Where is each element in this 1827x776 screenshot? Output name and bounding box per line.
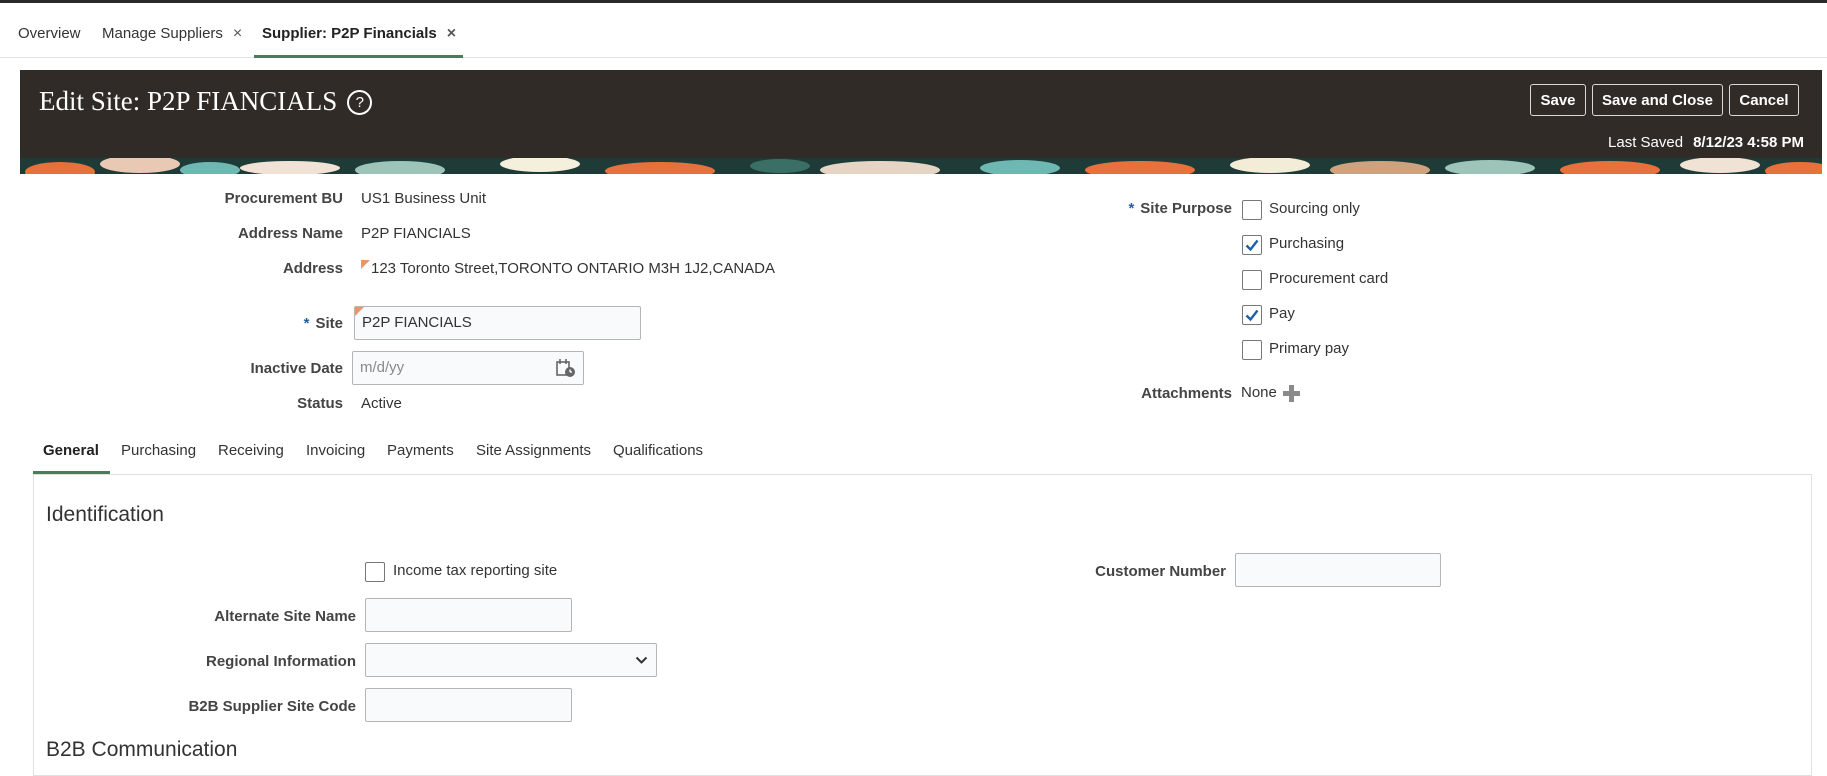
tab-overview[interactable]: Overview	[18, 25, 81, 42]
procurement-bu-value: US1 Business Unit	[361, 190, 487, 207]
regional-information-select[interactable]	[365, 643, 657, 677]
changed-indicator-icon	[361, 260, 370, 269]
page-title-text: Edit Site: P2P FIANCIALS	[39, 86, 338, 116]
pay-checkbox[interactable]	[1242, 305, 1262, 325]
tab-bar: Overview Manage Suppliers × Supplier: P2P…	[0, 3, 1827, 58]
address-value: 123 Toronto Street,TORONTO ONTARIO M3H 1…	[361, 260, 775, 277]
page-header: Edit Site: P2P FIANCIALS? Save Save and …	[20, 70, 1822, 174]
subtab-payments[interactable]: Payments	[387, 442, 454, 459]
address-name-label: Address Name	[237, 225, 343, 242]
pay-label: Pay	[1269, 305, 1295, 322]
procurement-card-checkbox[interactable]	[1242, 270, 1262, 290]
general-panel	[33, 474, 1812, 776]
address-name-value: P2P FIANCIALS	[361, 225, 471, 242]
primary-pay-checkbox[interactable]	[1242, 340, 1262, 360]
tab-label: Overview	[18, 25, 81, 42]
b2b-communication-heading: B2B Communication	[46, 738, 238, 761]
add-attachment-icon[interactable]	[1282, 384, 1301, 403]
close-icon[interactable]: ×	[447, 25, 456, 42]
alternate-site-name-label: Alternate Site Name	[214, 608, 356, 625]
primary-pay-label: Primary pay	[1269, 340, 1350, 357]
site-purpose-label: * Site Purpose	[1128, 200, 1232, 217]
required-icon: *	[1128, 200, 1135, 217]
site-label: * Site	[304, 315, 343, 332]
site-purpose-label-text: Site Purpose	[1140, 200, 1232, 217]
status-value: Active	[361, 395, 402, 412]
sourcing-only-label: Sourcing only	[1269, 200, 1360, 217]
page-title: Edit Site: P2P FIANCIALS?	[39, 86, 373, 117]
last-saved: Last Saved 8/12/23 4:58 PM	[1608, 134, 1804, 151]
cancel-button[interactable]: Cancel	[1729, 84, 1799, 116]
last-saved-value: 8/12/23 4:58 PM	[1693, 134, 1804, 151]
attachments-value: None	[1241, 384, 1277, 401]
subtab-invoicing[interactable]: Invoicing	[306, 442, 365, 459]
income-tax-reporting-checkbox[interactable]	[365, 562, 385, 582]
inactive-date-placeholder: m/d/yy	[360, 359, 405, 376]
regional-information-label: Regional Information	[206, 653, 356, 670]
address-label: Address	[282, 260, 343, 277]
customer-number-label: Customer Number	[1095, 563, 1226, 580]
customer-number-input[interactable]	[1235, 553, 1441, 587]
checkmark-icon	[1245, 239, 1259, 252]
chevron-down-icon	[635, 656, 648, 664]
subtab-qualifications[interactable]: Qualifications	[613, 442, 703, 459]
inactive-date-input[interactable]: m/d/yy	[352, 351, 584, 385]
sourcing-only-checkbox[interactable]	[1242, 200, 1262, 220]
tab-manage-suppliers[interactable]: Manage Suppliers ×	[102, 25, 242, 43]
purchasing-label: Purchasing	[1269, 235, 1345, 252]
site-label-text: Site	[315, 315, 343, 332]
tab-label: Manage Suppliers	[102, 25, 223, 42]
alternate-site-name-input[interactable]	[365, 598, 572, 632]
procurement-card-label: Procurement card	[1269, 270, 1389, 287]
calendar-icon[interactable]	[555, 358, 577, 378]
identification-heading: Identification	[46, 503, 164, 526]
tab-supplier-p2p-financials[interactable]: Supplier: P2P Financials ×	[262, 25, 456, 43]
income-tax-reporting-label: Income tax reporting site	[393, 562, 558, 579]
save-and-close-button[interactable]: Save and Close	[1592, 84, 1723, 116]
b2b-supplier-site-code-input[interactable]	[365, 688, 572, 722]
site-input-value: P2P FIANCIALS	[362, 314, 472, 331]
active-tab-indicator	[254, 55, 463, 58]
checkmark-icon	[1245, 309, 1259, 322]
changed-indicator-icon	[355, 307, 364, 316]
help-icon[interactable]: ?	[347, 90, 373, 115]
close-icon[interactable]: ×	[233, 25, 242, 42]
inactive-date-label: Inactive Date	[250, 360, 343, 377]
save-button[interactable]: Save	[1530, 84, 1586, 116]
subtab-general[interactable]: General	[43, 442, 99, 459]
purchasing-checkbox[interactable]	[1242, 235, 1262, 255]
last-saved-label: Last Saved	[1608, 134, 1684, 151]
decorative-banner	[20, 158, 1822, 174]
subtab-purchasing[interactable]: Purchasing	[121, 442, 196, 459]
b2b-supplier-site-code-label: B2B Supplier Site Code	[188, 698, 356, 715]
procurement-bu-label: Procurement BU	[224, 190, 343, 207]
attachments-label: Attachments	[1141, 385, 1232, 402]
required-icon: *	[303, 315, 310, 332]
tab-label: Supplier: P2P Financials	[262, 25, 437, 42]
site-input[interactable]: P2P FIANCIALS	[354, 306, 641, 340]
address-text: 123 Toronto Street,TORONTO ONTARIO M3H 1…	[371, 260, 776, 277]
subtab-site-assignments[interactable]: Site Assignments	[476, 442, 591, 459]
status-label: Status	[297, 395, 343, 412]
subtab-receiving[interactable]: Receiving	[218, 442, 284, 459]
